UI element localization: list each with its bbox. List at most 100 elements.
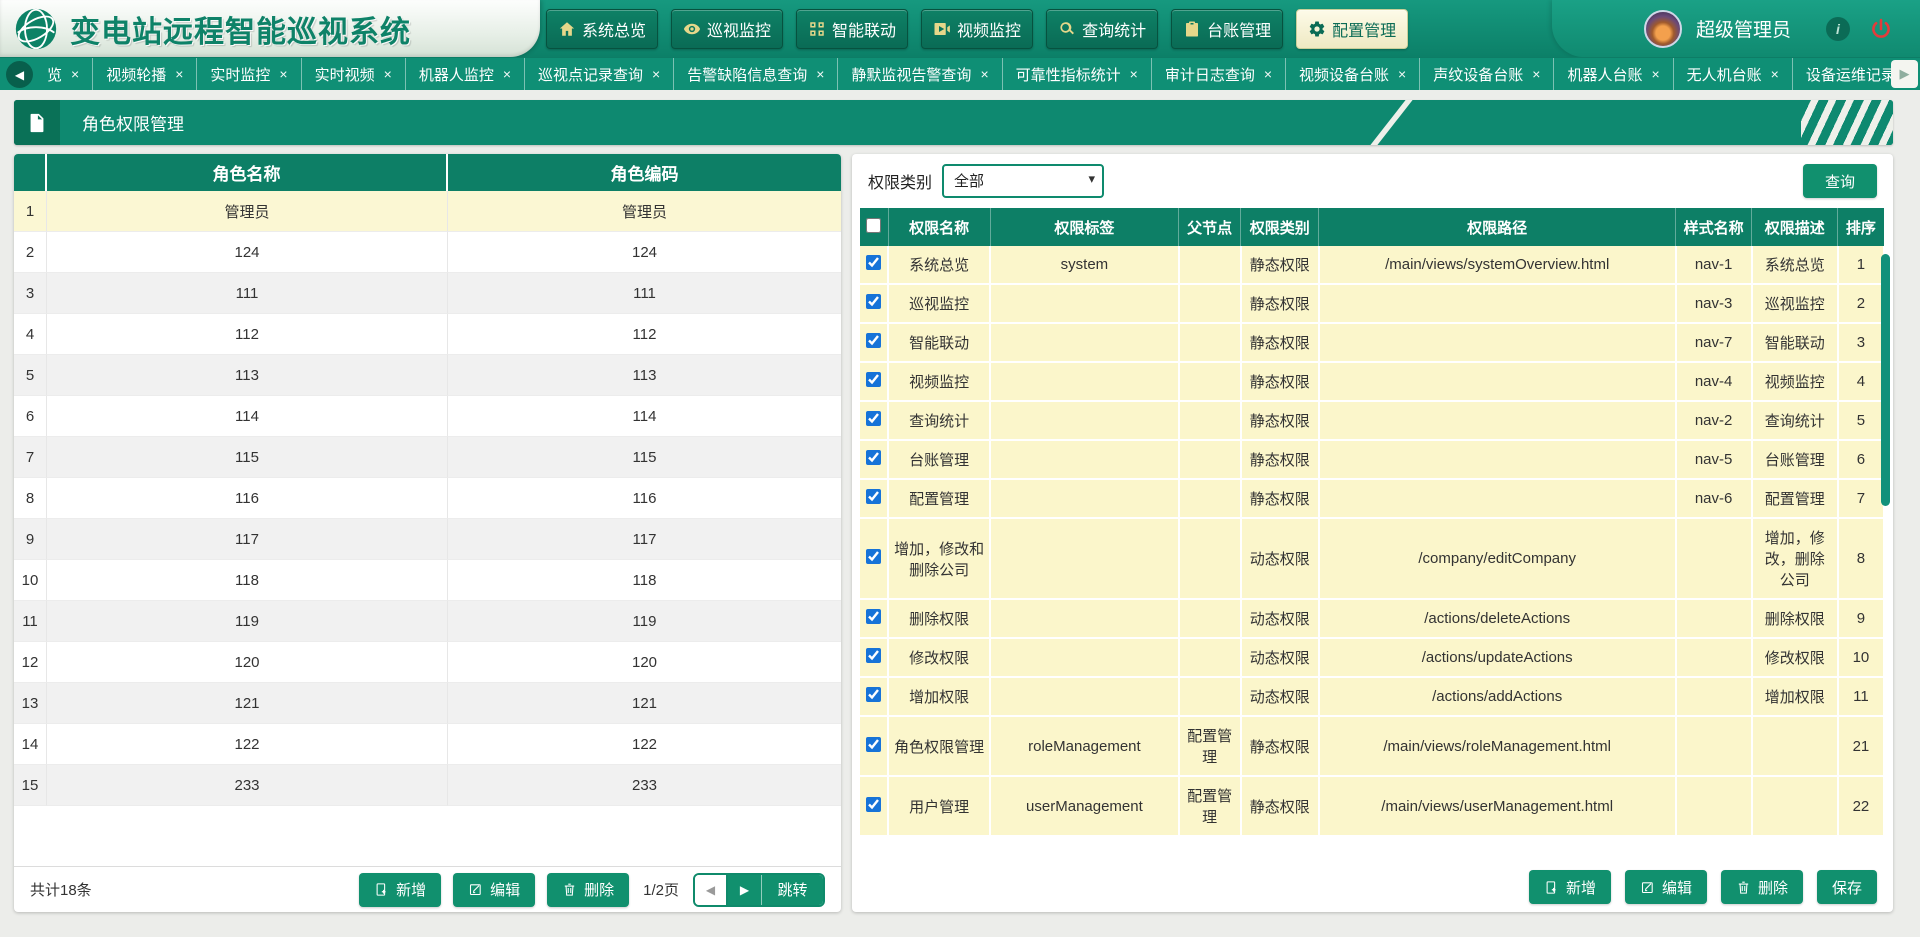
close-icon[interactable]: × xyxy=(1771,67,1779,81)
tab-览[interactable]: 览× xyxy=(34,58,93,90)
row-checkbox[interactable] xyxy=(866,609,881,624)
tab-视频轮播[interactable]: 视频轮播× xyxy=(93,58,197,90)
row-checkbox[interactable] xyxy=(866,372,881,387)
role-table-row[interactable]: 13121121 xyxy=(14,683,841,724)
row-checkbox[interactable] xyxy=(866,294,881,309)
permission-table-row[interactable]: 删除权限动态权限/actions/deleteActions删除权限9 xyxy=(860,599,1884,638)
role-table-row[interactable]: 4112112 xyxy=(14,314,841,355)
permission-table-row[interactable]: 智能联动静态权限nav-7智能联动3 xyxy=(860,323,1884,362)
role-table-row[interactable]: 1管理员管理员 xyxy=(14,191,841,232)
permission-table-row[interactable]: 视频监控静态权限nav-4视频监控4 xyxy=(860,362,1884,401)
role-table-row[interactable]: 15233233 xyxy=(14,765,841,806)
role-delete-button[interactable]: 删除 xyxy=(547,873,629,907)
row-checkbox[interactable] xyxy=(866,333,881,348)
permission-table-row[interactable]: 增加权限动态权限/actions/addActions增加权限11 xyxy=(860,677,1884,716)
role-table-row[interactable]: 12120120 xyxy=(14,642,841,683)
tab-可靠性指标统计[interactable]: 可靠性指标统计× xyxy=(1003,58,1152,90)
role-table-row[interactable]: 8116116 xyxy=(14,478,841,519)
close-icon[interactable]: × xyxy=(503,67,511,81)
close-icon[interactable]: × xyxy=(1532,67,1540,81)
table-scrollbar-thumb[interactable] xyxy=(1881,254,1890,506)
tab-审计日志查询[interactable]: 审计日志查询× xyxy=(1152,58,1286,90)
header-nav: 系统总览巡视监控智能联动视频监控查询统计台账管理配置管理 xyxy=(546,0,1408,57)
search-button[interactable]: 查询 xyxy=(1803,164,1877,198)
permission-column-header: 权限路径 xyxy=(1319,208,1676,246)
role-table-row[interactable]: 14122122 xyxy=(14,724,841,765)
role-table-row[interactable]: 2124124 xyxy=(14,232,841,273)
jump-page-button[interactable]: 跳转 xyxy=(761,875,823,905)
row-checkbox[interactable] xyxy=(866,648,881,663)
permission-table-row[interactable]: 查询统计静态权限nav-2查询统计5 xyxy=(860,401,1884,440)
row-checkbox[interactable] xyxy=(866,450,881,465)
role-table-row[interactable]: 9117117 xyxy=(14,519,841,560)
tab-静默监视告警查询[interactable]: 静默监视告警查询× xyxy=(838,58,1002,90)
select-all-checkbox[interactable] xyxy=(866,218,881,233)
row-checkbox[interactable] xyxy=(866,687,881,702)
role-cell: 122 xyxy=(448,724,841,765)
close-icon[interactable]: × xyxy=(1264,67,1272,81)
tab-告警缺陷信息查询[interactable]: 告警缺陷信息查询× xyxy=(674,58,838,90)
role-table-row[interactable]: 11119119 xyxy=(14,601,841,642)
permission-table-row[interactable]: 增加，修改和删除公司动态权限/company/editCompany增加，修改，… xyxy=(860,518,1884,599)
tab-声纹设备台账[interactable]: 声纹设备台账× xyxy=(1420,58,1554,90)
nav-button-grid-link[interactable]: 智能联动 xyxy=(796,9,908,49)
permission-cell: 静态权限 xyxy=(1241,440,1319,479)
permission-table-row[interactable]: 用户管理userManagement配置管理静态权限/main/views/us… xyxy=(860,776,1884,836)
permission-cell xyxy=(990,518,1178,599)
next-page-button[interactable]: ▶ xyxy=(728,875,761,905)
save-button[interactable]: 保存 xyxy=(1817,870,1877,904)
close-icon[interactable]: × xyxy=(175,67,183,81)
nav-button-eye[interactable]: 巡视监控 xyxy=(671,9,783,49)
tab-巡视点记录查询[interactable]: 巡视点记录查询× xyxy=(525,58,674,90)
close-icon[interactable]: × xyxy=(1398,67,1406,81)
prev-page-button[interactable]: ◀ xyxy=(695,875,728,905)
close-icon[interactable]: × xyxy=(1130,67,1138,81)
user-avatar[interactable] xyxy=(1644,10,1682,48)
info-icon[interactable]: i xyxy=(1826,17,1850,41)
permission-table-row[interactable]: 系统总览system静态权限/main/views/systemOverview… xyxy=(860,246,1884,284)
role-table-row[interactable]: 3111111 xyxy=(14,273,841,314)
close-icon[interactable]: × xyxy=(71,67,79,81)
row-checkbox[interactable] xyxy=(866,255,881,270)
nav-button-search[interactable]: 查询统计 xyxy=(1046,9,1158,49)
role-add-button[interactable]: 新增 xyxy=(359,873,441,907)
close-icon[interactable]: × xyxy=(816,67,824,81)
tab-机器人监控[interactable]: 机器人监控× xyxy=(406,58,525,90)
close-icon[interactable]: × xyxy=(652,67,660,81)
permission-edit-button[interactable]: 编辑 xyxy=(1625,870,1707,904)
permission-table-row[interactable]: 巡视监控静态权限nav-3巡视监控2 xyxy=(860,284,1884,323)
nav-button-gear[interactable]: 配置管理 xyxy=(1296,9,1408,49)
role-table-row[interactable]: 7115115 xyxy=(14,437,841,478)
permission-table-row[interactable]: 台账管理静态权限nav-5台账管理6 xyxy=(860,440,1884,479)
tabs-scroll-left-button[interactable]: ◀ xyxy=(6,61,33,88)
tab-视频设备台账[interactable]: 视频设备台账× xyxy=(1286,58,1420,90)
role-table-row[interactable]: 6114114 xyxy=(14,396,841,437)
tab-实时监控[interactable]: 实时监控× xyxy=(197,58,301,90)
nav-button-home[interactable]: 系统总览 xyxy=(546,9,658,49)
role-table-row[interactable]: 5113113 xyxy=(14,355,841,396)
permission-table-row[interactable]: 角色权限管理roleManagement配置管理静态权限/main/views/… xyxy=(860,716,1884,776)
tab-机器人台账[interactable]: 机器人台账× xyxy=(1554,58,1673,90)
close-icon[interactable]: × xyxy=(1651,67,1659,81)
nav-button-clipboard[interactable]: 台账管理 xyxy=(1171,9,1283,49)
permission-delete-button[interactable]: 删除 xyxy=(1721,870,1803,904)
close-icon[interactable]: × xyxy=(279,67,287,81)
permission-type-select[interactable]: 全部 xyxy=(942,164,1104,198)
permission-table-row[interactable]: 配置管理静态权限nav-6配置管理7 xyxy=(860,479,1884,518)
tabs-scroll-right-button[interactable]: ▶ xyxy=(1891,60,1918,88)
row-checkbox[interactable] xyxy=(866,489,881,504)
permission-add-button[interactable]: 新增 xyxy=(1529,870,1611,904)
logout-power-button[interactable] xyxy=(1868,16,1894,42)
row-checkbox[interactable] xyxy=(866,411,881,426)
tab-无人机台账[interactable]: 无人机台账× xyxy=(1674,58,1793,90)
nav-button-video[interactable]: 视频监控 xyxy=(921,9,1033,49)
row-checkbox[interactable] xyxy=(866,737,881,752)
row-checkbox[interactable] xyxy=(866,549,881,564)
row-checkbox[interactable] xyxy=(866,797,881,812)
role-edit-button[interactable]: 编辑 xyxy=(453,873,535,907)
permission-table-row[interactable]: 修改权限动态权限/actions/updateActions修改权限10 xyxy=(860,638,1884,677)
tab-实时视频[interactable]: 实时视频× xyxy=(302,58,406,90)
role-table-row[interactable]: 10118118 xyxy=(14,560,841,601)
close-icon[interactable]: × xyxy=(980,67,988,81)
close-icon[interactable]: × xyxy=(384,67,392,81)
